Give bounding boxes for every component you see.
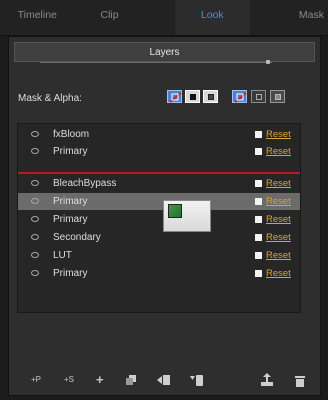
slider-handle[interactable] bbox=[266, 60, 270, 64]
mask-alpha-row: Mask & Alpha: bbox=[18, 88, 308, 108]
layer-thumbnail-icon bbox=[168, 204, 182, 218]
mask-none-button[interactable] bbox=[167, 90, 182, 103]
alpha-outline-button[interactable] bbox=[251, 90, 266, 103]
eye-icon[interactable] bbox=[31, 252, 39, 258]
layer-name: BleachBypass bbox=[53, 178, 117, 189]
eye-icon[interactable] bbox=[31, 198, 39, 204]
mask-white-button[interactable] bbox=[203, 90, 218, 103]
tab-mask[interactable]: Mask bbox=[250, 0, 328, 35]
move-down-icon[interactable] bbox=[190, 373, 204, 387]
add-layer-button[interactable]: + bbox=[96, 373, 104, 386]
drop-indicator bbox=[18, 172, 300, 174]
eye-icon[interactable] bbox=[31, 180, 39, 186]
add-secondary-button[interactable]: +S bbox=[64, 373, 74, 387]
layer-row[interactable]: LUT Reset bbox=[18, 247, 300, 264]
layer-row-selected[interactable]: Primary Reset bbox=[18, 193, 300, 210]
mask-square-icon bbox=[189, 93, 196, 100]
reset-link[interactable]: Reset bbox=[266, 214, 291, 225]
layer-row[interactable]: BleachBypass Reset bbox=[18, 175, 300, 192]
reset-link[interactable]: Reset bbox=[266, 178, 291, 189]
eye-icon[interactable] bbox=[31, 216, 39, 222]
layer-name: LUT bbox=[53, 250, 72, 261]
reset-link[interactable]: Reset bbox=[266, 129, 291, 140]
tab-look[interactable]: Look bbox=[175, 0, 250, 35]
layer-checkbox[interactable] bbox=[255, 131, 262, 138]
layer-checkbox[interactable] bbox=[255, 216, 262, 223]
eye-icon[interactable] bbox=[31, 148, 39, 154]
layer-checkbox[interactable] bbox=[255, 234, 262, 241]
reset-link[interactable]: Reset bbox=[266, 250, 291, 261]
layer-checkbox[interactable] bbox=[255, 180, 262, 187]
layer-name: Primary bbox=[53, 214, 88, 225]
layer-name: Primary bbox=[53, 146, 88, 157]
eye-icon[interactable] bbox=[31, 270, 39, 276]
layer-checkbox[interactable] bbox=[255, 198, 262, 205]
layer-name: Primary bbox=[53, 196, 88, 207]
tab-timeline[interactable]: Timeline bbox=[0, 0, 75, 35]
layer-row[interactable]: Primary Reset bbox=[18, 211, 300, 228]
tab-clip[interactable]: Clip bbox=[75, 0, 176, 35]
layer-list: fxBloom Reset Primary Reset BleachBypass… bbox=[17, 123, 301, 313]
alpha-none-button[interactable] bbox=[232, 90, 247, 103]
layer-checkbox[interactable] bbox=[255, 270, 262, 277]
reset-link[interactable]: Reset bbox=[266, 268, 291, 279]
eye-icon[interactable] bbox=[31, 234, 39, 240]
bottom-toolbar: +P +S + bbox=[24, 373, 314, 387]
move-up-icon[interactable] bbox=[157, 373, 171, 387]
trash-icon[interactable] bbox=[294, 374, 306, 387]
layer-row[interactable]: fxBloom Reset bbox=[18, 126, 300, 143]
add-primary-button[interactable]: +P bbox=[31, 373, 41, 387]
reset-link[interactable]: Reset bbox=[266, 196, 291, 207]
mask-alpha-label: Mask & Alpha: bbox=[18, 93, 82, 104]
duplicate-icon[interactable] bbox=[126, 375, 136, 385]
mask-square-icon bbox=[207, 93, 214, 100]
export-icon[interactable] bbox=[260, 373, 274, 387]
layer-name: Secondary bbox=[53, 232, 101, 243]
layer-name: Primary bbox=[53, 268, 88, 279]
no-alpha-icon bbox=[234, 92, 247, 103]
reset-link[interactable]: Reset bbox=[266, 146, 291, 157]
layer-checkbox[interactable] bbox=[255, 252, 262, 259]
layer-row[interactable]: Secondary Reset bbox=[18, 229, 300, 246]
no-mask-icon bbox=[169, 92, 182, 103]
alpha-square-icon bbox=[274, 93, 281, 100]
layer-name: fxBloom bbox=[53, 129, 90, 140]
alpha-square-icon bbox=[255, 93, 262, 100]
mask-black-button[interactable] bbox=[185, 90, 200, 103]
opacity-slider[interactable] bbox=[40, 53, 272, 83]
layer-row[interactable]: Primary Reset bbox=[18, 143, 300, 160]
alpha-fill-button[interactable] bbox=[270, 90, 285, 103]
layer-row[interactable]: Primary Reset bbox=[18, 265, 300, 282]
layer-checkbox[interactable] bbox=[255, 148, 262, 155]
tab-bar: Timeline Clip Look Mask bbox=[0, 0, 328, 36]
eye-icon[interactable] bbox=[31, 131, 39, 137]
reset-link[interactable]: Reset bbox=[266, 232, 291, 243]
drag-preview-thumbnail bbox=[163, 200, 211, 232]
slider-track bbox=[40, 62, 272, 63]
